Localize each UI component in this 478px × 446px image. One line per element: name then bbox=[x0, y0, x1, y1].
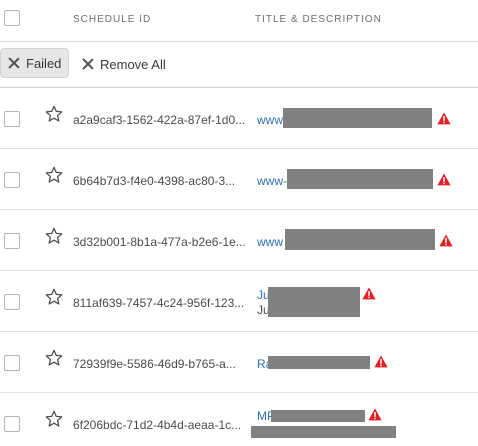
row-checkbox[interactable] bbox=[4, 172, 20, 188]
schedule-id: a2a9caf3-1562-422a-87ef-1d0... bbox=[73, 113, 246, 127]
table-row[interactable]: 811af639-7457-4c24-956f-123... Ju Ju bbox=[0, 271, 478, 332]
table-row[interactable]: 3d32b001-8b1a-477a-b2e6-1e... www bbox=[0, 210, 478, 271]
warning-icon bbox=[437, 173, 451, 186]
schedule-id: 6f206bdc-71d2-4b4d-aeaa-1c... bbox=[73, 418, 242, 432]
remove-all-button[interactable]: Remove All bbox=[82, 54, 166, 74]
warning-icon bbox=[374, 355, 388, 368]
warning-icon bbox=[368, 408, 382, 421]
star-icon[interactable] bbox=[44, 287, 64, 307]
close-icon[interactable] bbox=[8, 57, 20, 69]
select-all-checkbox[interactable] bbox=[4, 10, 20, 26]
table-row[interactable]: 6b64b7d3-f4e0-4398-ac80-3... www- bbox=[0, 149, 478, 210]
table-header: SCHEDULE ID TITLE & DESCRIPTION bbox=[0, 0, 478, 42]
star-icon[interactable] bbox=[44, 165, 64, 185]
schedule-id: 3d32b001-8b1a-477a-b2e6-1e... bbox=[73, 235, 246, 249]
filter-chip-label: Failed bbox=[26, 55, 62, 71]
row-checkbox[interactable] bbox=[4, 111, 20, 127]
redacted-text bbox=[268, 287, 360, 317]
row-checkbox[interactable] bbox=[4, 294, 20, 310]
redacted-text bbox=[271, 410, 365, 422]
row-checkbox[interactable] bbox=[4, 355, 20, 371]
warning-icon bbox=[362, 287, 376, 300]
redacted-text bbox=[283, 108, 432, 128]
schedule-id: 811af639-7457-4c24-956f-123... bbox=[73, 296, 245, 310]
star-icon[interactable] bbox=[44, 226, 64, 246]
row-checkbox[interactable] bbox=[4, 416, 20, 432]
close-icon bbox=[82, 58, 94, 70]
table-row[interactable]: 72939f9e-5586-46d9-b765-a... Ra bbox=[0, 332, 478, 393]
remove-all-label: Remove All bbox=[100, 56, 166, 72]
schedule-id: 6b64b7d3-f4e0-4398-ac80-3... bbox=[73, 174, 236, 188]
filter-bar: Failed Remove All bbox=[0, 42, 478, 88]
schedule-title-link[interactable]: www- bbox=[257, 174, 287, 188]
warning-icon bbox=[437, 112, 451, 125]
warning-icon bbox=[439, 234, 453, 247]
schedule-title-link[interactable]: www bbox=[257, 113, 283, 127]
schedule-id: 72939f9e-5586-46d9-b765-a... bbox=[73, 357, 236, 371]
table-row[interactable]: a2a9caf3-1562-422a-87ef-1d0... www bbox=[0, 88, 478, 149]
filter-chip-failed[interactable]: Failed bbox=[0, 48, 69, 78]
column-header-schedule-id[interactable]: SCHEDULE ID bbox=[73, 14, 151, 25]
schedule-title-link[interactable]: www bbox=[257, 235, 283, 249]
table-row[interactable]: 6f206bdc-71d2-4b4d-aeaa-1c... MP bbox=[0, 393, 478, 446]
star-icon[interactable] bbox=[44, 348, 64, 368]
redacted-text bbox=[287, 169, 433, 189]
redacted-text bbox=[251, 426, 396, 438]
star-icon[interactable] bbox=[44, 104, 64, 124]
star-icon[interactable] bbox=[44, 409, 64, 429]
redacted-text bbox=[268, 356, 370, 369]
row-checkbox[interactable] bbox=[4, 233, 20, 249]
redacted-text bbox=[285, 229, 435, 250]
column-header-title[interactable]: TITLE & DESCRIPTION bbox=[255, 14, 382, 25]
